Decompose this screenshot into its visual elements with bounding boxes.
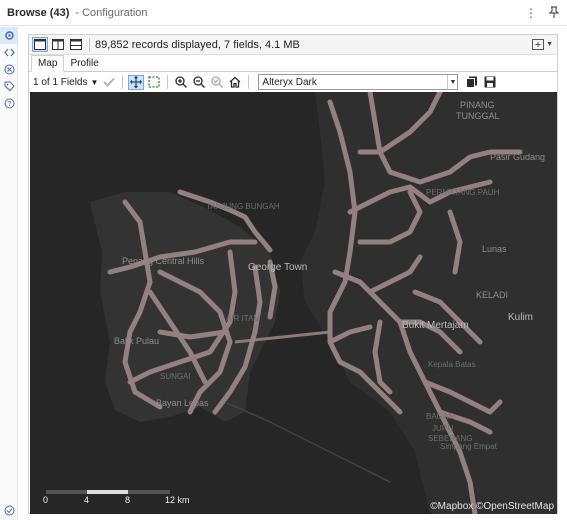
copy-button[interactable] — [464, 75, 480, 90]
window-subtitle: - Configuration — [75, 6, 148, 19]
label-pasir-gudang: Pasir Gudang — [490, 152, 546, 162]
window-title: Browse (43) — [7, 6, 70, 19]
title-actions: ⋮ — [525, 6, 560, 21]
label-tanjung-bungah: TANJUNG BUNGAH — [206, 202, 280, 211]
svg-text:?: ? — [7, 101, 11, 108]
zoom-out-icon — [193, 76, 206, 88]
scale-label-0: 0 — [43, 495, 49, 505]
check-icon[interactable] — [101, 75, 117, 90]
label-simpang-empat: Simpang Empat — [440, 442, 497, 451]
save-icon — [484, 76, 496, 88]
pan-icon — [130, 76, 143, 88]
base-map-select-value: Alteryx Dark — [262, 76, 317, 88]
title-bar: Browse (43) - Configuration ⋮ — [0, 0, 567, 26]
single-view-button[interactable] — [32, 37, 48, 52]
highway-line — [224, 401, 391, 483]
label-bayan-lepas: Bayan Lepas — [156, 398, 209, 408]
zoom-to-selection-button[interactable] — [209, 75, 225, 90]
toolbar-separator — [89, 37, 90, 52]
view-tabs: Map Profile — [29, 55, 557, 72]
rectangle-select-button[interactable] — [146, 75, 162, 90]
pin-icon[interactable] — [548, 6, 560, 21]
help-icon[interactable]: ? — [0, 95, 18, 112]
label-juru: JURU — [432, 424, 454, 433]
label-kepala-batas: Kepala Batas — [428, 360, 476, 369]
view-toolbar: 89,852 records displayed, 7 fields, 4.1 … — [29, 35, 557, 55]
home-icon — [229, 76, 241, 88]
chevron-down-icon: ▼ — [90, 77, 99, 87]
toolbar-separator — [167, 75, 169, 89]
code-icon[interactable] — [0, 44, 18, 61]
fields-selector[interactable]: 1 of 1 Fields ▼ — [33, 77, 98, 88]
tab-profile[interactable]: Profile — [64, 56, 104, 71]
zoom-out-button[interactable] — [191, 75, 207, 90]
label-balik-pulau: Balik Pulau — [114, 336, 160, 346]
toolbar-separator — [248, 75, 250, 89]
records-summary: 89,852 records displayed, 7 fields, 4.1 … — [95, 38, 300, 51]
left-rail: ? — [0, 27, 18, 520]
label-pinang-tunggal-2: TUNGGAL — [456, 111, 500, 121]
scale-label-4: 4 — [84, 495, 90, 505]
layout-options[interactable]: ▼ — [532, 39, 553, 50]
scale-label-12km: 12 km — [165, 495, 190, 505]
zoom-in-icon — [175, 76, 188, 88]
scale-label-8: 8 — [125, 495, 131, 505]
label-air-itam: AIR ITAM — [226, 314, 261, 323]
map-toolbar: 1 of 1 Fields ▼ Alteryx Dark ▼ — [29, 72, 557, 92]
label-pinang-tunggal-1: PINANG — [460, 100, 495, 110]
label-lunas: Lunas — [482, 244, 507, 254]
check-circle-icon[interactable] — [0, 505, 18, 516]
more-vertical-icon[interactable]: ⋮ — [525, 6, 537, 21]
gear-icon[interactable] — [0, 27, 18, 44]
layout-icon — [532, 39, 545, 50]
save-button[interactable] — [482, 75, 498, 90]
split-horizontal-button[interactable] — [68, 37, 84, 52]
tag-icon[interactable] — [0, 78, 18, 95]
chevron-down-icon: ▼ — [546, 41, 553, 48]
chevron-down-icon: ▼ — [447, 75, 457, 89]
label-bagan: BAGAN — [426, 412, 455, 421]
zoom-in-button[interactable] — [173, 75, 189, 90]
map-canvas[interactable]: PINANG TUNGGAL Penang Central Hills Geor… — [30, 92, 557, 514]
label-george-town: George Town — [248, 262, 308, 273]
browse-panel: 89,852 records displayed, 7 fields, 4.1 … — [28, 34, 558, 514]
home-button[interactable] — [227, 75, 243, 90]
scale-bar — [46, 490, 170, 494]
zoom-check-icon — [211, 76, 224, 88]
x-circle-icon[interactable] — [0, 61, 18, 78]
toolbar-separator — [122, 75, 124, 89]
split-vertical-button[interactable] — [50, 37, 66, 52]
label-permatang-pauh: PERMATANG PAUH — [426, 188, 500, 197]
base-map-select[interactable]: Alteryx Dark ▼ — [258, 74, 459, 90]
fields-selector-label: 1 of 1 Fields — [33, 76, 88, 88]
label-seberang: SEBERANG — [428, 434, 473, 443]
pan-button[interactable] — [128, 74, 145, 90]
label-bukit-mertajam: Bukit Mertajam — [402, 320, 469, 331]
tab-map[interactable]: Map — [31, 55, 65, 72]
label-keladi: KELADI — [476, 290, 509, 300]
rectangle-select-icon — [148, 76, 161, 88]
label-sungai: SUNGAI — [160, 372, 191, 381]
map-attribution[interactable]: ©Mapbox ©OpenStreetMap — [430, 501, 554, 512]
label-kulim: Kulim — [508, 312, 534, 323]
copy-icon — [466, 76, 478, 88]
label-penang-central-hills: Penang Central Hills — [122, 256, 205, 266]
